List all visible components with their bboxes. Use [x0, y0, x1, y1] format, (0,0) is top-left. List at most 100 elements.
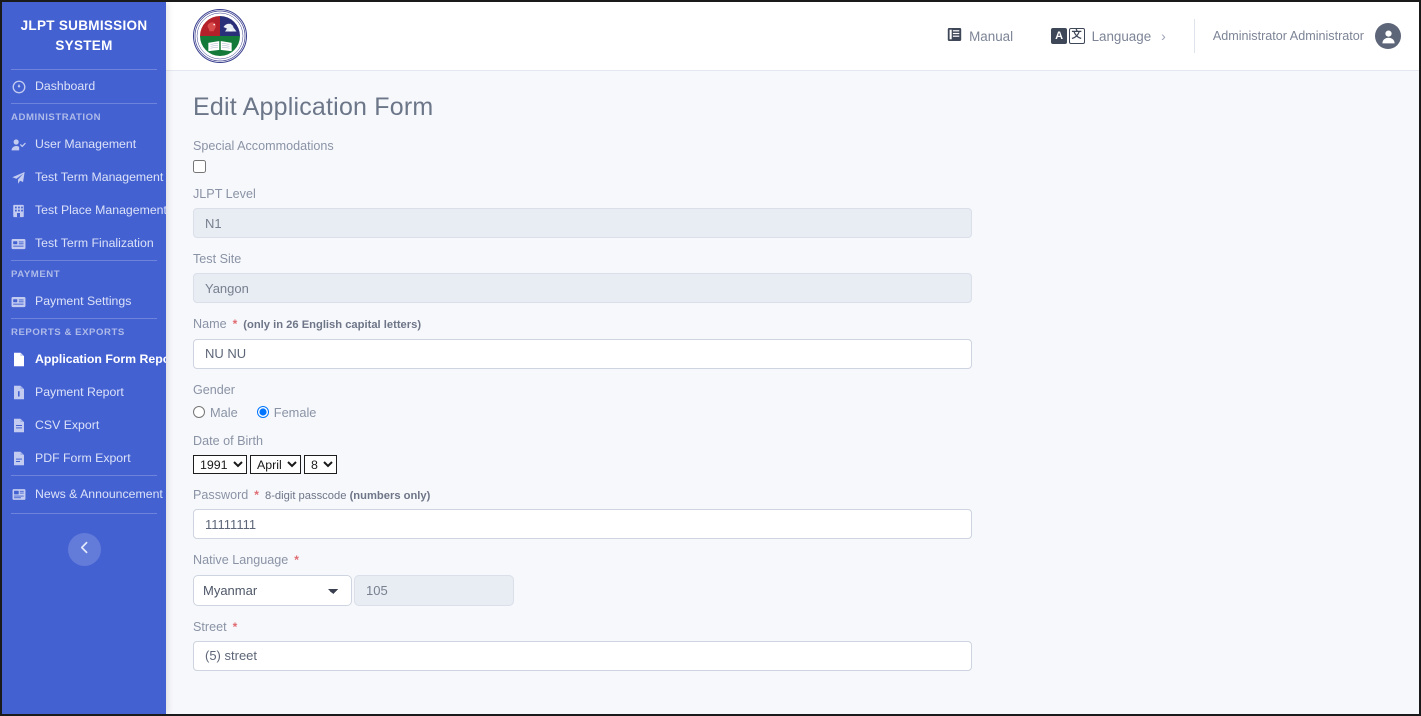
sidebar-item-csv-export[interactable]: CSV Export: [2, 409, 166, 442]
label-text: Date of Birth: [193, 433, 263, 448]
sidebar-section-administration: ADMINISTRATION: [11, 112, 102, 124]
gender-option-label: Female: [273, 404, 317, 420]
field-label: Gender: [193, 383, 1419, 398]
field-hint: (only in 26 English capital letters): [243, 319, 422, 332]
file-icon: [11, 352, 26, 367]
translate-icon-latin: A: [1051, 28, 1068, 44]
field-special-accommodations: Special Accommodations: [193, 139, 1419, 174]
sidebar-item-test-place-management[interactable]: Test Place Management: [2, 194, 166, 227]
sidebar-item-application-form-report[interactable]: Application Form Report: [2, 343, 166, 376]
file-icon: [11, 418, 26, 433]
field-password: Password * 8-digit passcode (numbers onl…: [193, 488, 1419, 540]
sidebar-section-payment: PAYMENT: [11, 269, 61, 281]
admin-username: Administrator Administrator: [1212, 29, 1364, 43]
sidebar-item-label: Dashboard: [35, 79, 96, 94]
content-area: Edit Application Form Special Accommodat…: [166, 71, 1419, 714]
sidebar-item-label: Test Term Management: [35, 170, 164, 185]
label-text: Name: [193, 317, 227, 332]
sidebar-item-label: Payment Settings: [35, 294, 132, 309]
book-icon: [947, 27, 962, 45]
institute-seal-logo: [192, 8, 248, 64]
field-test-site: Test Site: [193, 252, 1419, 304]
date-of-birth-row: 1991 April 8: [193, 454, 1419, 474]
sidebar-item-test-term-management[interactable]: Test Term Management: [2, 161, 166, 194]
file-icon: [11, 451, 26, 466]
app-brand-title: JLPT SUBMISSION SYSTEM: [20, 18, 148, 53]
required-marker: *: [232, 619, 238, 634]
field-label: Date of Birth: [193, 434, 1419, 449]
field-label: Password * 8-digit passcode (numbers onl…: [193, 488, 1419, 503]
sidebar-item-dashboard[interactable]: Dashboard: [2, 70, 166, 103]
translate-icon: A 文: [1051, 28, 1085, 44]
file-icon: [11, 385, 26, 400]
topbar: Manual A 文 Language › Administrator Admi…: [166, 2, 1419, 71]
dob-month-select[interactable]: April: [250, 454, 301, 474]
sidebar-item-news-announcement[interactable]: News & Announcement: [2, 476, 166, 513]
sidebar-item-pdf-form-export[interactable]: PDF Form Export: [2, 442, 166, 475]
label-text: Password: [193, 487, 249, 502]
dob-day-select[interactable]: 8: [304, 454, 337, 474]
field-hint-bold: (numbers only): [349, 489, 431, 502]
field-label: Special Accommodations: [193, 139, 1419, 154]
manual-label: Manual: [969, 28, 1014, 44]
field-hint-normal: 8-digit passcode: [264, 489, 350, 502]
native-language-code-input[interactable]: [354, 574, 514, 606]
label-text: Special Accommodations: [193, 139, 334, 153]
label-text: Test Site: [193, 252, 242, 267]
sidebar-item-label: Test Place Management: [35, 203, 166, 218]
gender-radio-female[interactable]: [256, 406, 269, 419]
sidebar-item-label: Payment Report: [35, 385, 124, 400]
field-label: Test Site: [193, 252, 1419, 267]
sidebar: JLPT SUBMISSION SYSTEM Dashboard ADMINIS…: [2, 2, 166, 714]
native-language-row: Myanmar: [193, 574, 1419, 606]
sidebar-item-test-term-finalization[interactable]: Test Term Finalization: [2, 227, 166, 260]
required-marker: *: [294, 553, 299, 568]
gender-radio-male[interactable]: [193, 406, 205, 419]
avatar[interactable]: [1375, 23, 1401, 49]
field-jlpt-level: JLPT Level: [193, 187, 1419, 239]
sidebar-item-label: Application Form Report: [35, 352, 166, 367]
label-text: Street: [193, 619, 227, 634]
field-label: Native Language *: [193, 553, 1419, 568]
dashboard-icon: [11, 79, 26, 94]
sidebar-item-payment-settings[interactable]: Payment Settings: [2, 285, 166, 318]
page-title: Edit Application Form: [193, 93, 434, 121]
topbar-separator: [1193, 19, 1195, 53]
field-name: Name * (only in 26 English capital lette…: [193, 317, 1419, 369]
news-icon: [11, 487, 26, 502]
required-marker: *: [232, 317, 238, 332]
street-input[interactable]: [193, 640, 972, 671]
language-label: Language: [1091, 28, 1152, 44]
native-language-select[interactable]: Myanmar: [193, 574, 352, 606]
sidebar-item-user-management[interactable]: User Management: [2, 128, 166, 161]
paper-plane-icon: [11, 170, 26, 185]
translate-icon-cjk: 文: [1068, 28, 1085, 44]
sidebar-item-payment-report[interactable]: Payment Report: [2, 376, 166, 409]
field-hint: 8-digit passcode (numbers only): [265, 490, 430, 503]
user-check-icon: [11, 137, 26, 152]
sidebar-collapse-button[interactable]: [67, 533, 101, 567]
jlpt-level-input[interactable]: [193, 208, 972, 239]
label-text: Gender: [193, 382, 236, 397]
password-input[interactable]: [193, 509, 972, 540]
manual-link[interactable]: Manual: [939, 21, 1021, 51]
special-accommodations-checkbox[interactable]: [193, 160, 206, 174]
field-date-of-birth: Date of Birth 1991 April 8: [193, 434, 1419, 474]
gender-radio-group: Male Female: [193, 404, 1419, 420]
name-input[interactable]: [193, 338, 972, 369]
dob-year-select[interactable]: 1991: [193, 454, 247, 474]
label-text: Native Language: [193, 553, 289, 568]
card-icon: [11, 236, 26, 251]
gender-option-male[interactable]: Male: [193, 405, 238, 420]
sidebar-section-reports-exports: REPORTS & EXPORTS: [11, 327, 125, 339]
field-street: Street *: [193, 620, 1419, 671]
field-label: Street *: [193, 620, 1419, 635]
sidebar-collapse-wrap: [2, 514, 166, 567]
required-marker: *: [254, 487, 259, 502]
language-switcher[interactable]: A 文 Language ›: [1043, 22, 1174, 50]
main-area: Manual A 文 Language › Administrator Admi…: [166, 2, 1419, 714]
chevron-left-icon: [79, 541, 90, 559]
card-icon: [11, 294, 26, 309]
test-site-input[interactable]: [193, 273, 972, 304]
gender-option-female[interactable]: Female: [256, 404, 317, 420]
